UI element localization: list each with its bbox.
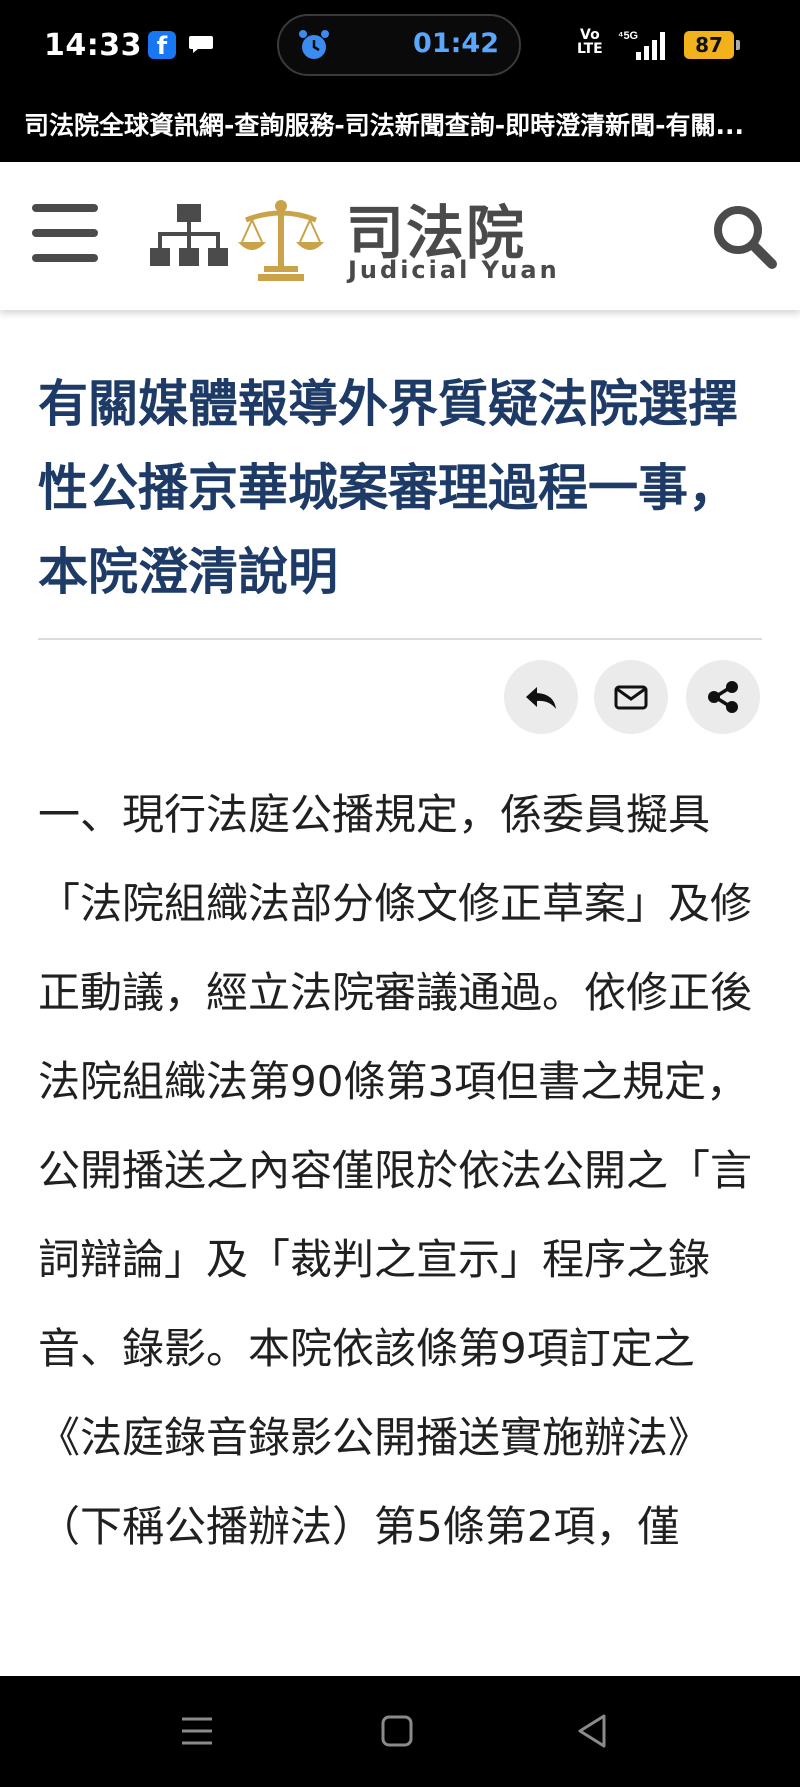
alarm-clock-icon <box>299 30 329 59</box>
facebook-icon: f <box>148 31 176 60</box>
article-body: 一、現行法庭公播規定，係委員擬具「法院組織法部分條文修正草案」及修正動議，經立法… <box>38 790 753 1551</box>
back-nav-icon[interactable] <box>568 1706 618 1756</box>
timer-pill[interactable]: 01:42 <box>277 14 521 76</box>
judicial-yuan-logo[interactable]: 司法院 Judicial Yuan <box>236 190 566 290</box>
site-header: 司法院 Judicial Yuan <box>0 162 800 310</box>
sitemap-icon[interactable] <box>150 204 228 268</box>
chat-icon <box>189 36 213 53</box>
back-button[interactable] <box>504 660 578 734</box>
system-nav-bar <box>0 1676 800 1787</box>
signal-5g-icon: ⁴5G <box>618 30 665 60</box>
logo-english-name: Judicial Yuan <box>348 256 560 284</box>
scales-emblem <box>238 200 324 281</box>
divider <box>38 638 762 640</box>
volte-indicator: Vo LTE <box>577 27 603 57</box>
timer-readout: 01:42 <box>413 28 499 59</box>
battery-indicator: 87 <box>684 31 740 59</box>
share-button[interactable] <box>686 660 760 734</box>
search-icon[interactable] <box>710 202 778 270</box>
status-bar: 14:33 f 01:42 Vo LTE ⁴5G 87 <box>0 0 800 92</box>
clock: 14:33 <box>44 28 142 63</box>
home-icon[interactable] <box>372 1706 422 1756</box>
recent-apps-icon[interactable] <box>172 1706 222 1756</box>
mail-icon <box>614 685 648 710</box>
mail-button[interactable] <box>594 660 668 734</box>
share-icon <box>708 681 738 713</box>
browser-title-bar: 司法院全球資訊網-查詢服務-司法新聞查詢-即時澄清新聞-有關... <box>0 92 800 162</box>
menu-icon[interactable] <box>32 204 98 262</box>
article-title: 有關媒體報導外界質疑法院選擇性公播京華城案審理過程一事，本院澄清說明 <box>38 375 738 601</box>
svg-text:⁴5G: ⁴5G <box>618 30 638 42</box>
page-title: 司法院全球資訊網-查詢服務-司法新聞查詢-即時澄清新聞-有關... <box>24 111 744 140</box>
back-icon <box>526 687 556 709</box>
